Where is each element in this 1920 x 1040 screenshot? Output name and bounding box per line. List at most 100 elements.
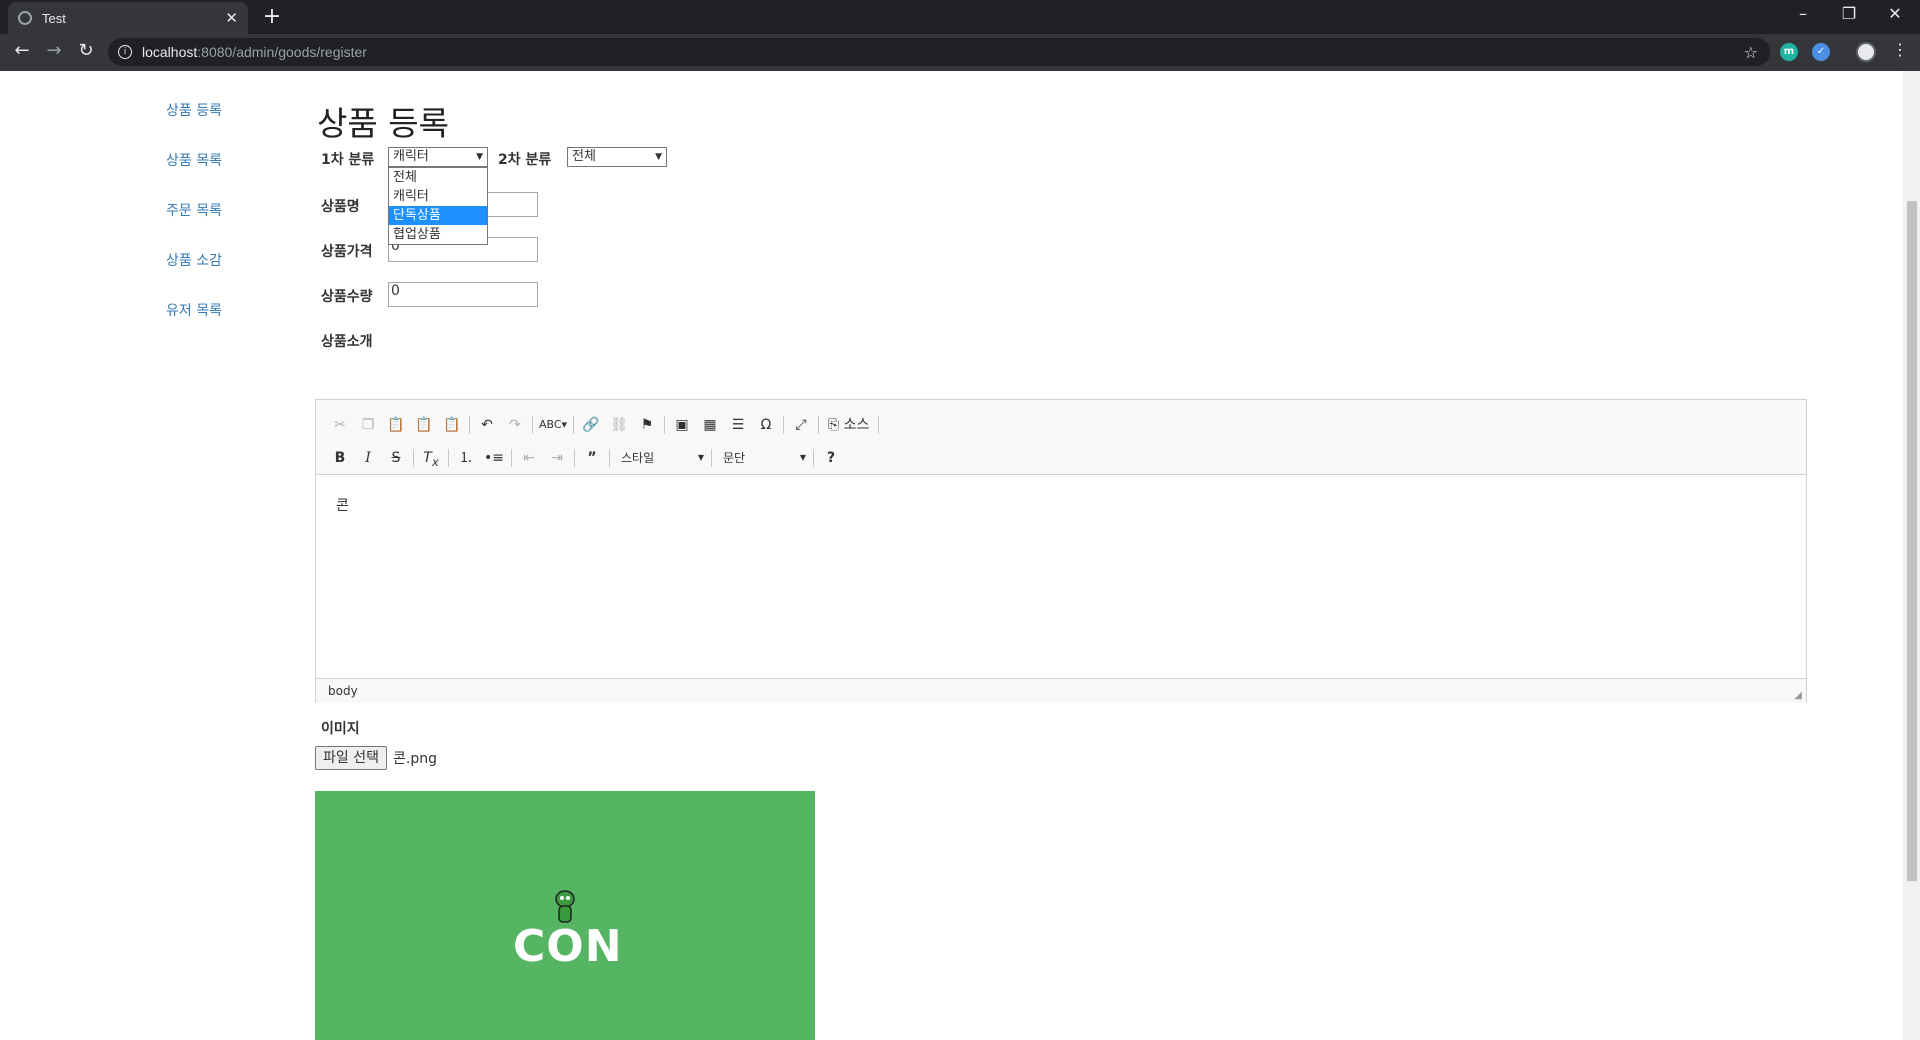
- preview-logo-text: CON: [513, 921, 623, 972]
- cat2-selected-value: 전체: [572, 149, 596, 164]
- style-combo-label: 스타일: [621, 450, 655, 465]
- source-button[interactable]: ⎘ 소스: [822, 413, 875, 437]
- cat1-option-highlighted[interactable]: 단독상품: [389, 206, 487, 225]
- qty-row: 상품수량 0: [315, 282, 1815, 327]
- format-combo[interactable]: 문단 ▼: [715, 447, 810, 469]
- tab-strip: Test ✕ + – ❐ ✕: [0, 0, 1920, 34]
- minimize-icon[interactable]: –: [1780, 4, 1826, 23]
- cat1-option[interactable]: 전체: [389, 168, 487, 187]
- paste-icon[interactable]: 📋: [382, 413, 410, 437]
- cat2-select[interactable]: 전체 ▼: [567, 147, 667, 167]
- browser-chrome: Test ✕ + – ❐ ✕ ← → ↻ i localhost :8080/a…: [0, 0, 1920, 71]
- editor-toolbar: ✂ ❐ 📋 📋 📋 ↶ ↷ ABC▾ 🔗 ⛓ ⚑ ▣ ▦ ☰ Ω ⤢ ⎘ 소스 …: [316, 400, 1806, 475]
- numbered-list-icon[interactable]: ⒈: [452, 446, 480, 470]
- help-icon[interactable]: ?: [817, 446, 845, 470]
- sidebar-item-register[interactable]: 상품 등록: [166, 101, 222, 151]
- sidebar-item-reviews[interactable]: 상품 소감: [166, 251, 222, 301]
- element-path[interactable]: body: [328, 684, 358, 698]
- table-icon[interactable]: ▦: [696, 413, 724, 437]
- page-scrollbar[interactable]: [1903, 71, 1920, 1040]
- italic-icon[interactable]: I: [354, 446, 382, 470]
- source-icon: ⎘: [828, 416, 844, 433]
- cat1-select[interactable]: 캐릭터 ▼: [388, 147, 488, 167]
- reload-icon[interactable]: ↻: [72, 40, 100, 61]
- cat2-label: 2차 분류: [498, 152, 552, 168]
- new-tab-button[interactable]: +: [258, 4, 286, 29]
- page-content: 상품 등록 상품 목록 주문 목록 상품 소감 유저 목록 상품 등록 1차 분…: [0, 71, 1920, 1040]
- bulleted-list-icon[interactable]: •≡: [480, 446, 508, 470]
- strike-icon[interactable]: S: [382, 446, 410, 470]
- address-bar[interactable]: i localhost :8080/admin/goods/register ☆: [108, 38, 1770, 66]
- image-label: 이미지: [321, 721, 360, 737]
- special-char-icon[interactable]: Ω: [752, 413, 780, 437]
- anchor-flag-icon[interactable]: ⚑: [633, 413, 661, 437]
- price-label: 상품가격: [321, 244, 373, 260]
- dropdown-arrow-icon: ▼: [476, 152, 483, 162]
- desc-label: 상품소개: [321, 334, 373, 350]
- combo-arrow-icon: ▼: [799, 452, 806, 462]
- name-label: 상품명: [321, 199, 360, 215]
- sidebar-item-user-list[interactable]: 유저 목록: [166, 301, 222, 351]
- maximize-icon[interactable]: ⤢: [787, 413, 815, 437]
- desc-row: 상품소개: [315, 327, 1815, 372]
- editor-content-area[interactable]: 콘: [316, 475, 1806, 678]
- cat1-selected-value: 캐릭터: [393, 149, 429, 164]
- copy-icon[interactable]: ❐: [354, 413, 382, 437]
- browser-menu-icon[interactable]: ⋮: [1892, 40, 1908, 59]
- url-path: :8080/admin/goods/register: [197, 44, 367, 60]
- resize-handle-icon[interactable]: ◢: [1794, 690, 1802, 701]
- unlink-icon[interactable]: ⛓: [605, 413, 633, 437]
- image-icon[interactable]: ▣: [668, 413, 696, 437]
- sidebar-item-order-list[interactable]: 주문 목록: [166, 201, 222, 251]
- tab-title: Test: [42, 10, 66, 26]
- qty-input[interactable]: 0: [388, 282, 538, 307]
- browser-tab[interactable]: Test ✕: [8, 2, 248, 34]
- name-row: 상품명: [315, 192, 1815, 237]
- qty-label: 상품수량: [321, 289, 373, 305]
- cat1-option[interactable]: 협업상품: [389, 225, 487, 244]
- editor-status-bar: body ◢: [316, 678, 1806, 703]
- outdent-icon[interactable]: ⇤: [515, 446, 543, 470]
- dropdown-arrow-icon: ▼: [655, 152, 662, 162]
- image-preview: CON: [315, 791, 815, 1040]
- file-name: 콘.png: [392, 751, 437, 767]
- format-combo-label: 문단: [723, 450, 746, 465]
- blockquote-icon[interactable]: ”: [578, 446, 606, 470]
- info-icon[interactable]: i: [118, 45, 132, 59]
- cut-icon[interactable]: ✂: [326, 413, 354, 437]
- category-row: 1차 분류 캐릭터 ▼ 전체 캐릭터 단독상품 협업상품 2차 분류 전체 ▼: [315, 147, 1815, 245]
- back-icon[interactable]: ←: [8, 40, 36, 61]
- paste-word-icon[interactable]: 📋: [438, 413, 466, 437]
- scrollbar-thumb[interactable]: [1907, 201, 1917, 881]
- admin-sidebar: 상품 등록 상품 목록 주문 목록 상품 소감 유저 목록: [166, 101, 222, 351]
- remove-format-icon[interactable]: Tx: [417, 446, 445, 470]
- extension-check-icon[interactable]: ✓: [1812, 43, 1830, 61]
- extension-m-icon[interactable]: m: [1780, 43, 1798, 61]
- bookmark-star-icon[interactable]: ☆: [1744, 43, 1758, 62]
- close-window-icon[interactable]: ✕: [1872, 4, 1918, 23]
- editor-text: 콘: [336, 498, 349, 514]
- cat1-option[interactable]: 캐릭터: [389, 187, 487, 206]
- paste-text-icon[interactable]: 📋: [410, 413, 438, 437]
- link-icon[interactable]: 🔗: [577, 413, 605, 437]
- browser-toolbar: ← → ↻ i localhost :8080/admin/goods/regi…: [0, 34, 1920, 71]
- style-combo[interactable]: 스타일 ▼: [613, 447, 708, 469]
- indent-icon[interactable]: ⇥: [543, 446, 571, 470]
- bold-icon[interactable]: B: [326, 446, 354, 470]
- horizontal-rule-icon[interactable]: ☰: [724, 413, 752, 437]
- url-host: localhost: [142, 44, 198, 60]
- close-tab-icon[interactable]: ✕: [225, 9, 238, 27]
- file-select-button[interactable]: 파일 선택: [315, 746, 387, 770]
- forward-icon[interactable]: →: [40, 40, 68, 61]
- restore-icon[interactable]: ❐: [1826, 4, 1872, 23]
- register-form: 상품 등록 1차 분류 캐릭터 ▼ 전체 캐릭터 단독상품 협업상품 2차 분류…: [315, 101, 1815, 1040]
- redo-icon[interactable]: ↷: [501, 413, 529, 437]
- rich-text-editor: ✂ ❐ 📋 📋 📋 ↶ ↷ ABC▾ 🔗 ⛓ ⚑ ▣ ▦ ☰ Ω ⤢ ⎘ 소스 …: [315, 399, 1807, 703]
- page-title: 상품 등록: [317, 104, 449, 143]
- sidebar-item-goods-list[interactable]: 상품 목록: [166, 151, 222, 201]
- profile-avatar[interactable]: [1856, 42, 1876, 62]
- spellcheck-icon[interactable]: ABC▾: [536, 413, 570, 437]
- cat1-dropdown-list: 전체 캐릭터 단독상품 협업상품: [388, 167, 488, 245]
- combo-arrow-icon: ▼: [697, 452, 704, 462]
- undo-icon[interactable]: ↶: [473, 413, 501, 437]
